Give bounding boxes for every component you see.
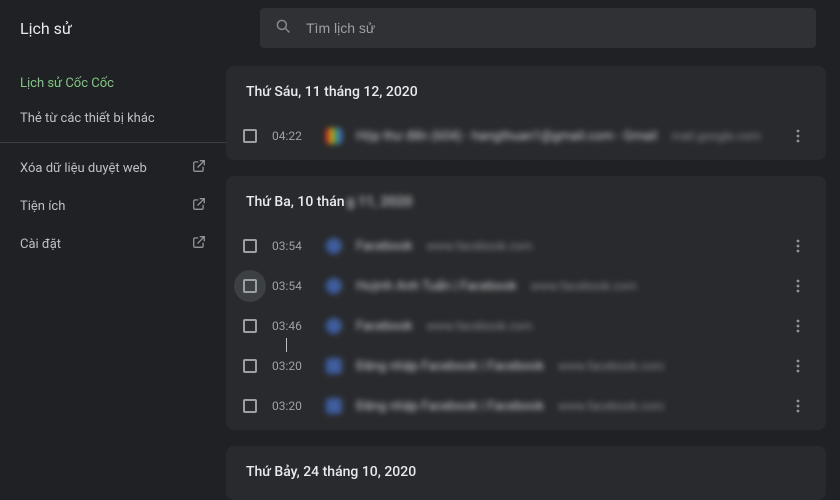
history-row-title: Đăng nhập Facebook | Facebook	[356, 359, 544, 374]
history-row-entry[interactable]: Facebook www.facebook.com	[326, 318, 786, 334]
sidebar-item-label: Tiện ích	[20, 199, 65, 214]
history-date-header: Thứ Sáu, 11 tháng 12, 2020	[226, 66, 826, 116]
search-icon	[274, 17, 306, 39]
history-row-time: 04:22	[272, 129, 326, 143]
favicon	[326, 278, 342, 294]
favicon	[326, 398, 342, 414]
history-row[interactable]: 03:46 Facebook www.facebook.com	[226, 306, 826, 346]
history-row[interactable]: 03:20 Đăng nhập Facebook | Facebook www.fa…	[226, 346, 826, 386]
sidebar-item-label: Thẻ từ các thiết bị khác	[20, 111, 155, 126]
sidebar-item-history-other-devices[interactable]: Thẻ từ các thiết bị khác	[0, 101, 226, 136]
external-link-icon	[192, 235, 206, 253]
favicon	[326, 238, 342, 254]
sidebar: Lịch sử Cốc Cốc Thẻ từ các thiết bị khác…	[0, 56, 226, 500]
history-row-url: www.facebook.com	[558, 359, 664, 373]
history-row[interactable]: 03:20 Đăng nhập Facebook | Facebook www.fa…	[226, 386, 826, 426]
history-row-time: 03:20	[272, 399, 326, 413]
history-row-title: Hộp thư đến (604) - hangthuan1@gmail.com…	[356, 129, 657, 144]
row-more-menu[interactable]	[786, 124, 810, 148]
external-link-icon	[192, 159, 206, 177]
sidebar-link-extensions[interactable]: Tiện ích	[0, 187, 226, 225]
history-row[interactable]: 03:54 Facebook www.facebook.com	[226, 226, 826, 266]
history-row-url: www.facebook.com	[426, 319, 532, 333]
sidebar-link-clear-data[interactable]: Xóa dữ liệu duyệt web	[0, 149, 226, 187]
history-row-url: www.facebook.com	[558, 399, 664, 413]
history-row-time: 03:20	[272, 359, 326, 373]
history-row-time: 03:54	[272, 279, 326, 293]
row-checkbox[interactable]	[234, 350, 266, 382]
external-link-icon	[192, 197, 206, 215]
row-more-menu[interactable]	[786, 274, 810, 298]
row-checkbox[interactable]	[234, 390, 266, 422]
favicon	[326, 318, 342, 334]
history-row-title: Facebook	[356, 319, 412, 334]
history-row-title: Đăng nhập Facebook | Facebook	[356, 399, 544, 414]
history-row-entry[interactable]: Đăng nhập Facebook | Facebook www.faceboo…	[326, 358, 786, 374]
history-row-url: www.facebook.com	[531, 279, 637, 293]
sidebar-item-label: Xóa dữ liệu duyệt web	[20, 161, 147, 176]
search-input[interactable]	[306, 20, 802, 36]
history-row-time: 03:54	[272, 239, 326, 253]
history-row[interactable]: 03:54 Huỳnh Anh Tuấn | Facebook www.facebo…	[226, 266, 826, 306]
row-more-menu[interactable]	[786, 314, 810, 338]
sidebar-item-label: Cài đặt	[20, 237, 61, 252]
row-checkbox[interactable]	[234, 270, 266, 302]
sidebar-item-history-local[interactable]: Lịch sử Cốc Cốc	[0, 66, 226, 101]
sidebar-item-label: Lịch sử Cốc Cốc	[20, 76, 114, 91]
history-row-title: Huỳnh Anh Tuấn | Facebook	[356, 279, 517, 294]
search-box[interactable]	[260, 8, 816, 48]
main-content: Thứ Sáu, 11 tháng 12, 2020 04:22 Hộp thư đ…	[226, 56, 840, 500]
favicon	[326, 358, 342, 374]
history-row-entry[interactable]: Hộp thư đến (604) - hangthuan1@gmail.com…	[326, 128, 786, 144]
history-row-entry[interactable]: Facebook www.facebook.com	[326, 238, 786, 254]
history-row-entry[interactable]: Huỳnh Anh Tuấn | Facebook www.facebook.co…	[326, 278, 786, 294]
history-row-title: Facebook	[356, 239, 412, 254]
history-row-time: 03:46	[272, 319, 326, 333]
row-checkbox[interactable]	[234, 310, 266, 342]
row-checkbox[interactable]	[234, 120, 266, 152]
history-date-group: Thứ Sáu, 11 tháng 12, 2020 04:22 Hộp thư đ…	[226, 66, 826, 160]
row-checkbox[interactable]	[234, 230, 266, 262]
history-date-header: Thứ Bảy, 24 tháng 10, 2020	[226, 446, 826, 496]
row-more-menu[interactable]	[786, 354, 810, 378]
history-date-group: Thứ Bảy, 24 tháng 10, 2020	[226, 446, 826, 500]
history-row-entry[interactable]: Đăng nhập Facebook | Facebook www.faceboo…	[326, 398, 786, 414]
topbar: Lịch sử	[0, 0, 840, 56]
history-date-group: Thứ Ba, 10 tháng 11, 2020 03:54 Facebook ww…	[226, 176, 826, 430]
favicon	[326, 128, 342, 144]
history-row-url: mail.google.com	[671, 129, 760, 143]
history-date-header: Thứ Ba, 10 tháng 11, 2020	[226, 176, 826, 226]
sidebar-divider	[0, 142, 226, 143]
row-more-menu[interactable]	[786, 394, 810, 418]
row-more-menu[interactable]	[786, 234, 810, 258]
page-title: Lịch sử	[20, 19, 260, 38]
history-row[interactable]: 04:22 Hộp thư đến (604) - hangthuan1@gmai…	[226, 116, 826, 156]
sidebar-link-settings[interactable]: Cài đặt	[0, 225, 226, 263]
history-row-url: www.facebook.com	[426, 239, 532, 253]
